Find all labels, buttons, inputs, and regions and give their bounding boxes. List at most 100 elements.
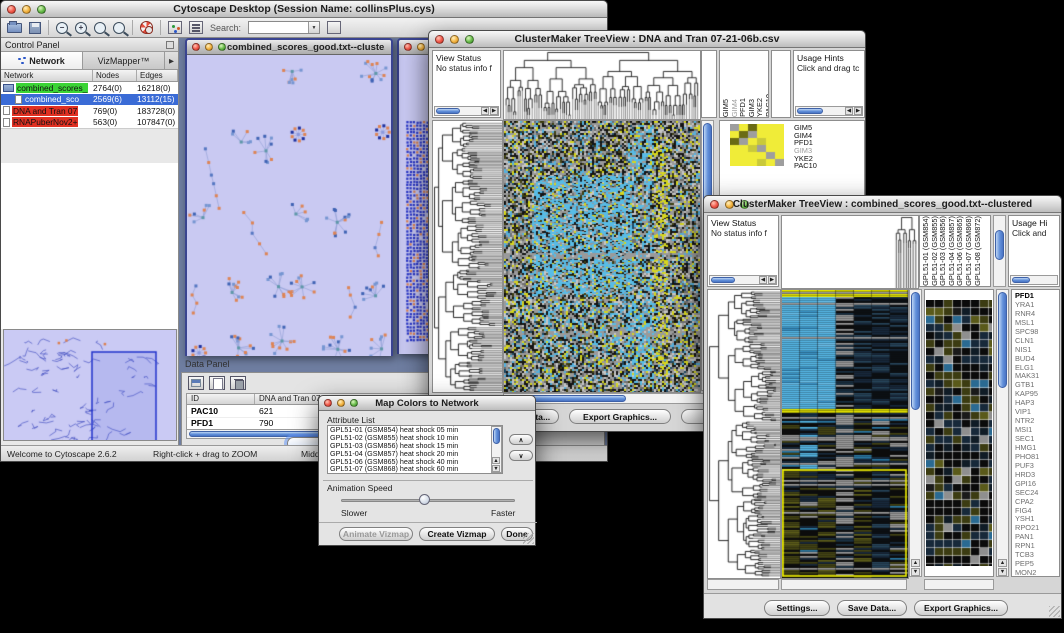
- usage-hints-scrollbar[interactable]: [1010, 275, 1058, 285]
- scroll-right-icon[interactable]: ▶: [768, 276, 776, 284]
- zoom-hscrollbar[interactable]: [924, 579, 994, 590]
- usage-hints-info: Click and drag tc: [794, 63, 864, 73]
- new-attribute-icon[interactable]: [209, 376, 225, 390]
- create-vizmap-button[interactable]: Create Vizmap: [419, 527, 495, 541]
- attribute-item[interactable]: GPL51-02 (GSM855) heat shock 10 min: [328, 434, 491, 442]
- birdseye-overview[interactable]: [3, 329, 177, 441]
- column-dendrogram[interactable]: [781, 215, 919, 289]
- scroll-left-icon[interactable]: ◀: [759, 276, 767, 284]
- save-data-button[interactable]: Save Data...: [837, 600, 907, 616]
- resize-grip[interactable]: [1049, 606, 1060, 617]
- attribute-list-vscrollbar[interactable]: ▲ ▼: [491, 426, 502, 473]
- scrollbar-thumb[interactable]: [436, 108, 460, 114]
- move-up-button[interactable]: ∧: [509, 434, 533, 445]
- heatmap-vscrollbar[interactable]: ▲ ▼: [909, 289, 922, 577]
- scrollbar-thumb[interactable]: [711, 277, 735, 283]
- close-button[interactable]: [192, 43, 200, 51]
- treeview1-titlebar[interactable]: ClusterMaker TreeView : DNA and Tran 07-…: [429, 31, 865, 48]
- heatmap-hscrollbar[interactable]: [781, 579, 907, 590]
- close-button[interactable]: [7, 5, 16, 14]
- minimize-button[interactable]: [205, 43, 213, 51]
- heatmap-global-view[interactable]: [781, 289, 909, 579]
- tab-vizmapper[interactable]: VizMapper™: [83, 52, 165, 69]
- view-status-scrollbar[interactable]: ◀ ▶: [709, 275, 777, 285]
- resize-grip[interactable]: [523, 533, 534, 544]
- delete-attribute-icon[interactable]: [230, 376, 246, 390]
- minimize-button[interactable]: [417, 43, 425, 51]
- attribute-item[interactable]: GPL51-01 (GSM854) heat shock 05 min: [328, 426, 491, 434]
- close-button[interactable]: [404, 43, 412, 51]
- usage-hints-scrollbar[interactable]: ◀ ▶: [795, 106, 863, 116]
- heatmap-zoom-view[interactable]: [926, 300, 992, 566]
- control-panel-tabs: Network VizMapper™ ▶: [1, 52, 178, 70]
- network-row[interactable]: DNA and Tran 07769(0)183728(0): [1, 105, 178, 117]
- scroll-right-icon[interactable]: ▶: [490, 107, 498, 115]
- treeview2-titlebar[interactable]: ClusterMaker TreeView : combined_scores_…: [704, 196, 1061, 213]
- vizmapper-icon[interactable]: [168, 21, 182, 34]
- close-button[interactable]: [435, 35, 444, 44]
- maximize-button[interactable]: [218, 43, 226, 51]
- network-row[interactable]: combined_sco2569(6)13112(15): [1, 94, 178, 106]
- attribute-list-label: Attribute List: [327, 415, 375, 425]
- scroll-down-icon[interactable]: ▼: [998, 568, 1007, 576]
- network-row[interactable]: combined_scores_2764(0)16218(0): [1, 82, 178, 94]
- network-window-titlebar[interactable]: combined_scores_good.txt--cluste...: [187, 40, 391, 55]
- row-dendrogram[interactable]: [707, 289, 781, 579]
- attribute-item[interactable]: GPL51-07 (GSM868) heat shock 60 min: [328, 465, 491, 473]
- scrollbar-thumb[interactable]: [1012, 277, 1030, 283]
- attribute-item[interactable]: GPL51-06 (GSM865) heat shock 40 min: [328, 458, 491, 466]
- tab-overflow-icon[interactable]: ▶: [165, 52, 178, 69]
- scrollbar-thumb[interactable]: [911, 292, 920, 410]
- attribute-item[interactable]: GPL51-03 (GSM856) heat shock 15 min: [328, 442, 491, 450]
- labels-vscrollbar[interactable]: [993, 215, 1006, 287]
- zoom-vscrollbar[interactable]: ▲ ▼: [996, 289, 1009, 577]
- search-value[interactable]: [249, 22, 308, 33]
- animate-vizmap-button[interactable]: Animate Vizmap: [339, 527, 413, 541]
- scroll-up-icon[interactable]: ▲: [911, 559, 920, 567]
- annotation-icon[interactable]: [189, 21, 203, 34]
- heatmap-zoom-view[interactable]: [730, 124, 784, 166]
- view-status-scrollbar[interactable]: ◀ ▶: [434, 106, 499, 116]
- network-row[interactable]: RNAPuberNov2+563(0)107847(0): [1, 117, 178, 129]
- open-session-icon[interactable]: [7, 23, 22, 33]
- attribute-item[interactable]: GPL51-04 (GSM857) heat shock 20 min: [328, 450, 491, 458]
- scroll-down-icon[interactable]: ▼: [492, 465, 500, 472]
- network-view-canvas[interactable]: [187, 55, 391, 356]
- search-dropdown-icon[interactable]: ▼: [308, 22, 319, 33]
- close-button[interactable]: [324, 399, 332, 407]
- scroll-up-icon[interactable]: ▲: [998, 559, 1007, 567]
- export-graphics-button[interactable]: Export Graphics...: [569, 409, 671, 424]
- scroll-up-icon[interactable]: ▲: [492, 457, 500, 464]
- scrollbar-thumb[interactable]: [998, 292, 1007, 388]
- scroll-left-icon[interactable]: ◀: [845, 107, 853, 115]
- slider-thumb[interactable]: [419, 494, 430, 505]
- tab-network[interactable]: Network: [1, 52, 83, 69]
- column-dendrogram[interactable]: [503, 50, 701, 120]
- float-panel-icon[interactable]: [166, 41, 174, 49]
- scrollbar-thumb[interactable]: [493, 428, 500, 444]
- search-input[interactable]: ▼: [248, 21, 320, 34]
- heatmap-global-view[interactable]: [503, 120, 701, 393]
- row-dendrogram[interactable]: [432, 120, 503, 393]
- scrollbar-thumb[interactable]: [995, 230, 1004, 260]
- zoom-selected-icon[interactable]: [94, 22, 106, 34]
- settings-button[interactable]: Settings...: [764, 600, 830, 616]
- dialog-titlebar[interactable]: Map Colors to Network: [319, 396, 535, 411]
- scrollbar-thumb[interactable]: [797, 108, 823, 114]
- zoom-in-icon[interactable]: +: [75, 22, 87, 34]
- export-graphics-button[interactable]: Export Graphics...: [914, 600, 1008, 616]
- search-config-icon[interactable]: [327, 21, 341, 34]
- scroll-right-icon[interactable]: ▶: [854, 107, 862, 115]
- help-icon[interactable]: [140, 21, 153, 34]
- move-down-button[interactable]: ∨: [509, 450, 533, 461]
- zoom-out-icon[interactable]: −: [56, 22, 68, 34]
- cytoscape-titlebar[interactable]: Cytoscape Desktop (Session Name: collins…: [1, 1, 607, 18]
- dendro-hscrollbar[interactable]: [707, 579, 779, 590]
- close-button[interactable]: [710, 200, 719, 209]
- save-session-icon[interactable]: [29, 22, 41, 34]
- select-attributes-icon[interactable]: [188, 376, 204, 390]
- network-name: combined_scores_: [16, 83, 88, 93]
- zoom-fit-icon[interactable]: [113, 22, 125, 34]
- scroll-left-icon[interactable]: ◀: [481, 107, 489, 115]
- scroll-down-icon[interactable]: ▼: [911, 568, 920, 576]
